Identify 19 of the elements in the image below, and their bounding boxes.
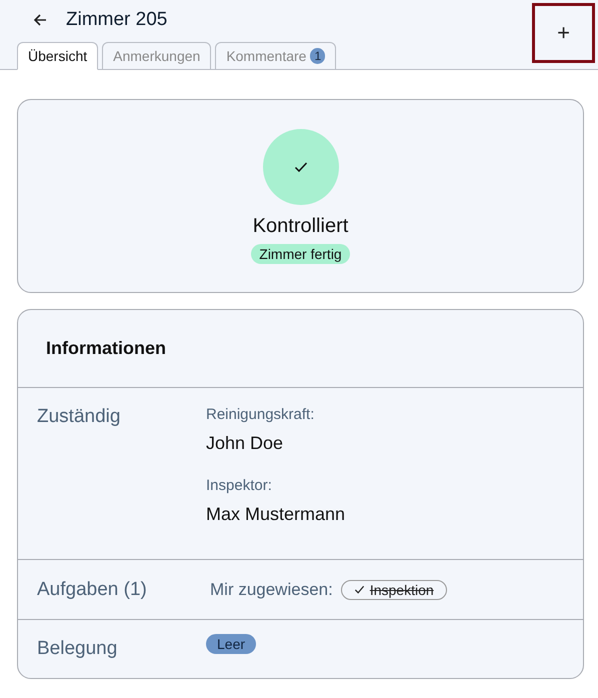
tab[interactable]: Übersicht — [17, 42, 98, 70]
tab[interactable]: Kommentare 1 — [215, 42, 336, 70]
check-icon — [354, 584, 365, 595]
status-chip: Zimmer fertig — [251, 244, 350, 264]
status-title: Kontrolliert — [252, 215, 348, 238]
row-label: Zuständig — [37, 406, 122, 429]
count-badge: 1 — [310, 48, 326, 64]
role-label: Reinigungskraft: — [206, 406, 316, 423]
assigned-label: Mir zugewiesen: — [210, 580, 333, 600]
occupancy-chip: Leer — [206, 634, 256, 654]
row-label: Aufgaben (1) — [37, 578, 148, 600]
section-title: Informationen — [46, 338, 166, 359]
add-button[interactable]: + — [532, 3, 595, 63]
role-label: Inspektor: — [206, 477, 273, 494]
person-name: John Doe — [206, 433, 284, 454]
person-name: Max Mustermann — [206, 504, 346, 525]
page-title: Zimmer 205 — [66, 9, 168, 31]
row-label: Belegung — [37, 638, 118, 660]
task-chip[interactable]: Inspektion — [340, 580, 447, 600]
